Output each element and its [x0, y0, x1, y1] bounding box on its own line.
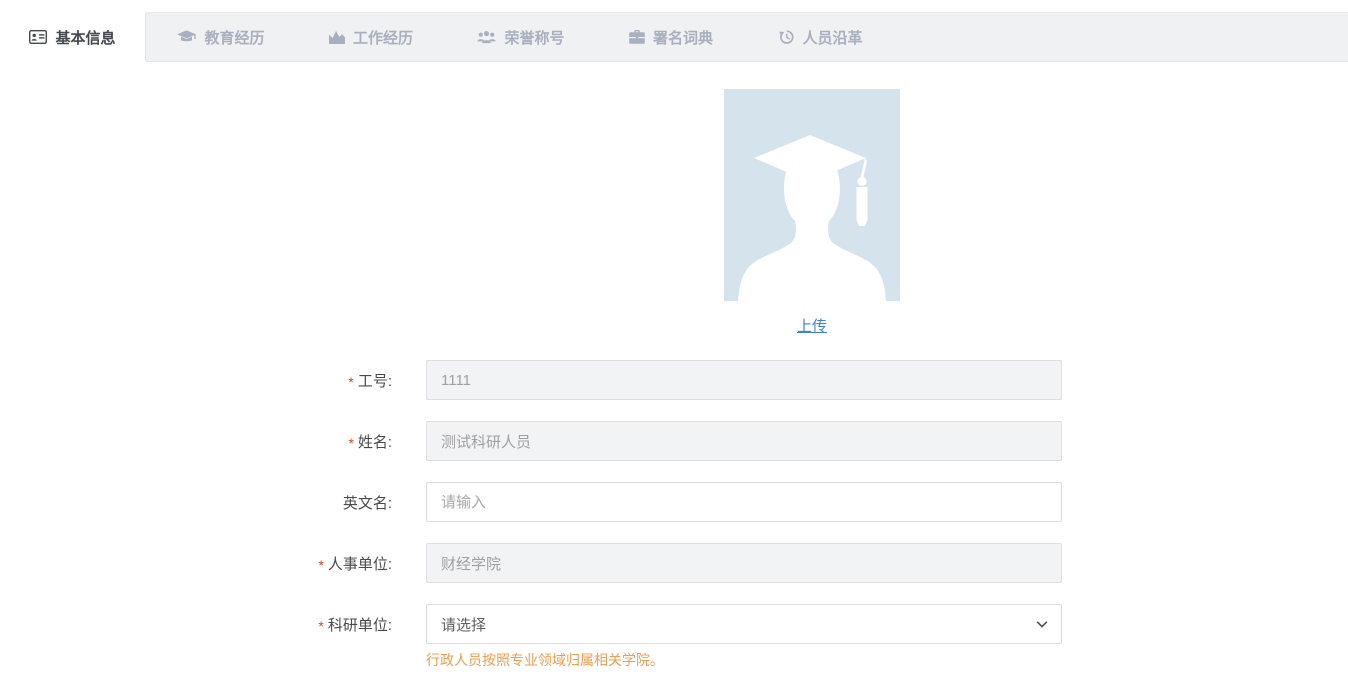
- required-marker: *: [318, 618, 323, 634]
- tab-personnel-history[interactable]: 人员沿革: [746, 13, 896, 61]
- required-marker: *: [318, 557, 323, 573]
- tab-work-history[interactable]: 工作经历: [296, 13, 446, 61]
- form-row-english-name: 英文名:: [0, 482, 1348, 522]
- hr-unit-input: [426, 543, 1062, 583]
- tab-label: 荣誉称号: [504, 27, 564, 48]
- name-label: *姓名:: [0, 431, 392, 452]
- research-unit-hint: 行政人员按照专业领域归属相关学院。: [426, 652, 664, 668]
- chevron-down-icon: [1035, 617, 1049, 631]
- basic-info-form: *工号: *姓名: 英文名: *人事单位: *科研单位: 请选择: [0, 360, 1348, 670]
- tab-label: 工作经历: [353, 27, 413, 48]
- tab-honors[interactable]: 荣誉称号: [446, 13, 596, 61]
- tab-education[interactable]: 教育经历: [146, 13, 296, 61]
- area-chart-icon: [329, 30, 345, 44]
- upload-photo-link[interactable]: 上传: [724, 315, 900, 336]
- form-row-name: *姓名:: [0, 421, 1348, 461]
- profile-photo-section: 上传: [724, 89, 900, 336]
- tab-label: 人员沿革: [802, 27, 862, 48]
- history-icon: [779, 30, 794, 44]
- graduation-cap-icon: [177, 30, 196, 44]
- required-marker: *: [348, 435, 353, 451]
- tab-label: 署名词典: [653, 27, 713, 48]
- required-marker: *: [348, 374, 353, 390]
- graduate-photo-placeholder: [724, 89, 900, 301]
- briefcase-icon: [629, 30, 645, 44]
- form-row-hr-unit: *人事单位:: [0, 543, 1348, 583]
- hr-unit-label: *人事单位:: [0, 553, 392, 574]
- research-unit-label: *科研单位:: [0, 614, 392, 635]
- employee-id-input: [426, 360, 1062, 400]
- english-name-input[interactable]: [426, 482, 1062, 522]
- tab-label: 基本信息: [55, 27, 115, 48]
- research-unit-select[interactable]: 请选择: [426, 604, 1062, 644]
- tab-basic-info[interactable]: 基本信息: [0, 13, 146, 61]
- research-unit-hint-row: 行政人员按照专业领域归属相关学院。: [426, 650, 1348, 670]
- form-row-research-unit: *科研单位: 请选择: [0, 604, 1348, 644]
- tab-signature-dictionary[interactable]: 署名词典: [596, 13, 746, 61]
- select-value: 请选择: [441, 614, 486, 635]
- tab-bar: 基本信息 教育经历 工作经历: [0, 12, 1348, 62]
- form-row-employee-id: *工号:: [0, 360, 1348, 400]
- tab-label: 教育经历: [204, 27, 264, 48]
- english-name-label: 英文名:: [0, 492, 392, 513]
- id-card-icon: [29, 30, 47, 44]
- employee-id-label: *工号:: [0, 370, 392, 391]
- name-input: [426, 421, 1062, 461]
- users-icon: [477, 30, 496, 44]
